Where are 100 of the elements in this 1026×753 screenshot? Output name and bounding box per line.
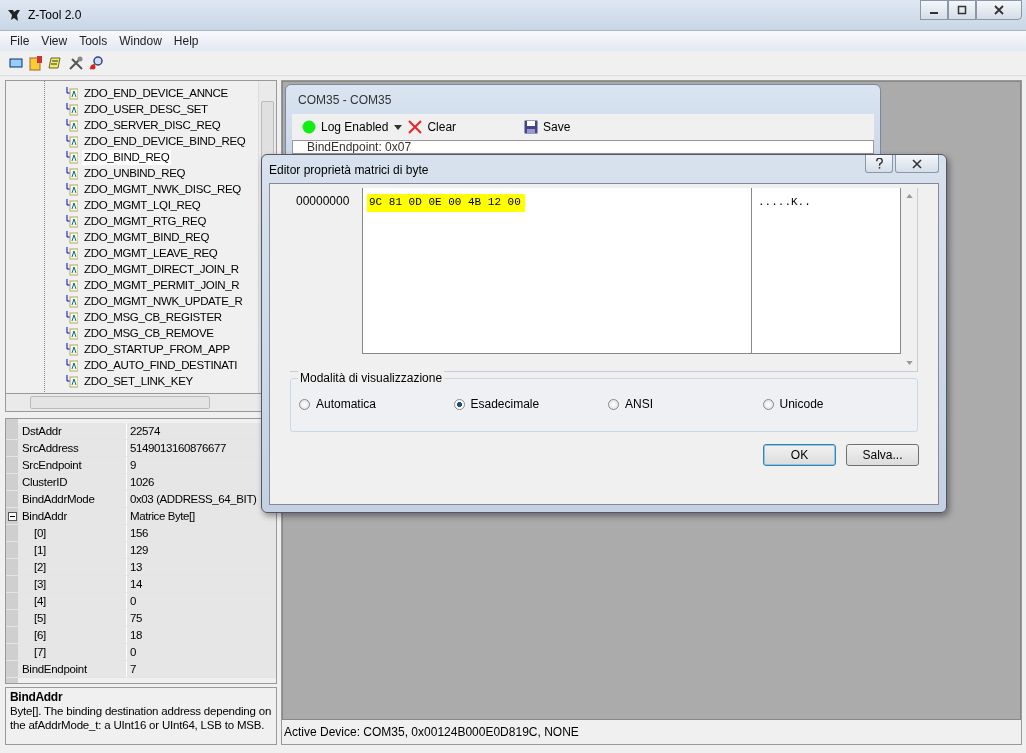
command-icon [66, 326, 78, 340]
property-value: 0 [129, 594, 137, 609]
command-icon [66, 134, 78, 148]
menu-item[interactable]: View [35, 34, 74, 48]
tree-item[interactable]: ZDO_STARTUP_FROM_APP [82, 341, 232, 357]
property-name: [4] [18, 593, 127, 609]
property-name: SrcAddress [18, 440, 127, 456]
close-button[interactable] [976, 0, 1022, 20]
tree-item[interactable]: ZDO_BIND_REQ [82, 149, 172, 165]
minimize-button[interactable] [920, 0, 948, 20]
tree-item[interactable]: ZDO_SERVER_DISC_REQ [82, 117, 223, 133]
save-button[interactable]: Save [522, 118, 573, 136]
property-name: [1] [18, 542, 127, 558]
tree-item[interactable]: ZDO_MGMT_RTG_REQ [82, 213, 208, 229]
help-icon [874, 158, 884, 169]
property-value: 5149013160876677 [129, 441, 227, 456]
command-icon [66, 230, 78, 244]
property-value: 1026 [129, 475, 155, 490]
dropdown-caret-icon[interactable] [394, 124, 403, 130]
property-name: [6] [18, 627, 127, 643]
command-icon [66, 246, 78, 260]
window-title: Z-Tool 2.0 [28, 8, 83, 22]
command-icon [66, 166, 78, 180]
maximize-button[interactable] [948, 0, 976, 20]
tree-item[interactable]: ZDO_UNBIND_REQ [82, 165, 188, 181]
maximize-icon [957, 5, 967, 15]
tree-item[interactable]: ZDO_MSG_CB_REGISTER [82, 309, 224, 325]
property-name: BindEndpoint [18, 661, 127, 677]
description-title: BindAddr [10, 690, 64, 704]
group-title: Modalità di visualizzazione [298, 371, 445, 385]
tree-item[interactable]: ZDO_AUTO_FIND_DESTINATI [82, 357, 240, 373]
tree-item[interactable]: ZDO_MSG_CB_REMOVE [82, 325, 216, 341]
tree-item[interactable]: ZDO_SET_LINK_KEY [82, 373, 195, 389]
command-icon [66, 102, 78, 116]
tree-item[interactable]: ZDO_MGMT_LQI_REQ [82, 197, 203, 213]
property-value: 75 [129, 611, 143, 626]
property-value: 0x03 (ADDRESS_64_BIT) [129, 492, 258, 507]
menu-item[interactable]: Tools [73, 34, 114, 48]
command-icon [66, 358, 78, 372]
script-icon[interactable] [48, 55, 64, 71]
minimize-icon [930, 12, 938, 14]
command-icon [66, 118, 78, 132]
offset-label: 00000000 [295, 193, 351, 210]
radio-option[interactable]: Esadecimale [453, 397, 608, 411]
tools-icon[interactable] [68, 55, 84, 71]
tree-item[interactable]: ZDO_END_DEVICE_ANNCE [82, 85, 230, 101]
radio-option[interactable]: Automatica [299, 397, 454, 411]
property-value: 7 [129, 662, 137, 677]
property-name: BindAddrMode [18, 491, 127, 507]
save-button[interactable]: Salva... [846, 444, 919, 466]
radio-option[interactable]: ANSI [608, 397, 763, 411]
command-icon [66, 150, 78, 164]
ok-button[interactable]: OK [763, 444, 836, 466]
menu-item[interactable]: Window [113, 34, 168, 48]
property-value: 0 [129, 645, 137, 660]
radio-option[interactable]: Unicode [762, 397, 917, 411]
property-value: 22574 [129, 424, 161, 439]
property-name: BindAddr [18, 508, 127, 524]
property-value: 18 [129, 628, 143, 643]
property-value: 14 [129, 577, 143, 592]
clear-button[interactable]: Clear [406, 118, 459, 136]
tree-item[interactable]: ZDO_MGMT_NWK_DISC_REQ [82, 181, 243, 197]
tree-item[interactable]: ZDO_MGMT_BIND_REQ [82, 229, 212, 245]
clipboard-icon[interactable] [28, 55, 44, 71]
help-button[interactable] [865, 155, 893, 173]
command-icon [66, 182, 78, 196]
command-icon [66, 310, 78, 324]
tree-item[interactable]: ZDO_MGMT_DIRECT_JOIN_R [82, 261, 241, 277]
menu-item[interactable]: File [4, 34, 36, 48]
close-button[interactable] [895, 155, 939, 173]
tree-item[interactable]: ZDO_MGMT_NWK_UPDATE_R [82, 293, 245, 309]
property-value: 13 [129, 560, 143, 575]
tree-item[interactable]: ZDO_USER_DESC_SET [82, 101, 210, 117]
description-text: Byte[]. The binding destination address depending on the afAddrMode_t: a UInt16 or UInt64, LSB to MSB. [10, 704, 272, 732]
dialog-title: Editor proprietà matrici di byte [269, 163, 429, 177]
command-icon [66, 374, 78, 388]
window-icon[interactable] [8, 55, 24, 71]
command-icon [66, 278, 78, 292]
cross-icon [408, 120, 423, 134]
tree-item[interactable]: ZDO_MGMT_LEAVE_REQ [82, 245, 220, 261]
property-name: DstAddr [18, 423, 127, 439]
collapse-icon[interactable] [7, 511, 17, 521]
command-icon [66, 342, 78, 356]
hex-editor[interactable]: 9C 81 0D 0E 00 4B 12 00 .....K.. [362, 188, 901, 354]
search-icon[interactable] [88, 55, 104, 71]
ascii-text: .....K.. [758, 196, 811, 208]
command-icon [66, 262, 78, 276]
property-value: 129 [129, 543, 149, 558]
property-name: ClusterID [18, 474, 127, 490]
property-name: [7] [18, 644, 127, 660]
menu-item[interactable]: Help [167, 34, 205, 48]
property-name: [0] [18, 525, 127, 541]
property-value: Matrice Byte[] [129, 509, 196, 524]
command-icon [66, 86, 78, 100]
tree-item[interactable]: ZDO_MGMT_PERMIT_JOIN_R [82, 277, 242, 293]
log-enabled-button[interactable]: Log Enabled [300, 118, 391, 136]
log-line: BindEndpoint: 0x07 [306, 141, 413, 153]
property-name: [2] [18, 559, 127, 575]
tree-item[interactable]: ZDO_END_DEVICE_BIND_REQ [82, 133, 248, 149]
com-window-title: COM35 - COM35 [298, 93, 393, 107]
